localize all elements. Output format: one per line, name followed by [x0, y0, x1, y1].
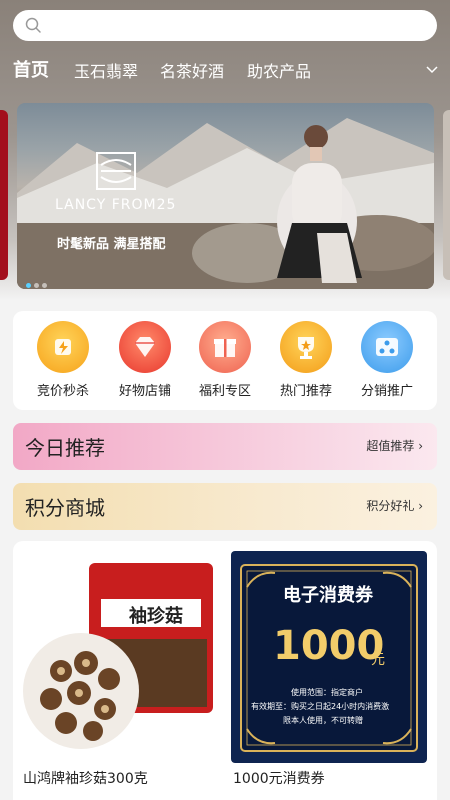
gift-icon: [199, 321, 251, 373]
product-grid: 袖珍菇 山鸿牌袖珍菇300克 电子消费券 1000 元 使用范围：指定商户 有效…: [13, 541, 437, 800]
today-more-link[interactable]: 超值推荐 ›: [366, 437, 423, 454]
promo-banner[interactable]: LANCY FROM25 时髦新品 满星搭配: [17, 103, 434, 289]
gavel-icon: [37, 321, 89, 373]
voucher-amount: 1000: [273, 623, 385, 669]
mushroom-package-illustration: [23, 563, 213, 749]
entry-label: 热门推荐: [279, 384, 332, 399]
product-name[interactable]: 山鸿牌袖珍菇300克: [23, 768, 148, 788]
banner-prev-peek[interactable]: [0, 110, 8, 280]
gem-icon: [119, 321, 171, 373]
tab-jade[interactable]: 玉石翡翠: [74, 58, 138, 82]
today-recommend-strip[interactable]: 今日推荐 超值推荐 ›: [13, 423, 437, 470]
points-more-link[interactable]: 积分好礼 ›: [366, 497, 423, 514]
voucher-title: 电子消费券: [283, 585, 373, 606]
points-title: 积分商城: [25, 496, 105, 520]
voucher-unit: 元: [371, 652, 385, 668]
chevron-down-icon[interactable]: [424, 62, 440, 78]
entry-hot-picks[interactable]: 热门推荐: [264, 321, 348, 399]
tab-home[interactable]: 首页: [13, 56, 49, 82]
tab-tea-wine[interactable]: 名茶好酒: [160, 58, 224, 82]
category-tabs: 首页 玉石翡翠 名茶好酒 助农产品: [0, 52, 450, 86]
entry-good-shops[interactable]: 好物店铺: [103, 321, 187, 399]
banner-pagination: [26, 273, 50, 289]
pagination-dot-active: [26, 283, 31, 288]
voucher-validity: 有效期至：购买之日起24小时内消费激: [251, 702, 390, 711]
banner-next-peek[interactable]: [443, 110, 450, 280]
product-name[interactable]: 1000元消费券: [233, 768, 325, 788]
trophy-icon: [280, 321, 332, 373]
entry-welfare-zone[interactable]: 福利专区: [183, 321, 267, 399]
entry-label: 竞价秒杀: [36, 384, 89, 399]
share-network-icon: [361, 321, 413, 373]
package-label: 袖珍菇: [129, 606, 183, 627]
voucher-restriction: 限本人使用，不可转赠: [283, 716, 363, 725]
banner-brand: LANCY FROM25: [55, 197, 177, 213]
tab-farm-products[interactable]: 助农产品: [247, 58, 311, 82]
entry-distribution[interactable]: 分销推广: [345, 321, 429, 399]
entry-label: 福利专区: [198, 384, 251, 399]
search-input[interactable]: [13, 10, 437, 41]
banner-slogan: 时髦新品 满星搭配: [57, 237, 166, 252]
pagination-dot: [34, 283, 39, 288]
search-icon: [25, 17, 41, 33]
banner-photo: [17, 118, 434, 289]
brand-logo-icon: [96, 152, 136, 190]
points-mall-strip[interactable]: 积分商城 积分好礼 ›: [13, 483, 437, 530]
entry-flash-auction[interactable]: 竞价秒杀: [21, 321, 105, 399]
product-image-mushroom[interactable]: 袖珍菇: [21, 551, 217, 763]
today-title: 今日推荐: [25, 436, 105, 460]
pagination-dot: [42, 283, 47, 288]
product-image-voucher[interactable]: 电子消费券 1000 元 使用范围：指定商户 有效期至：购买之日起24小时内消费…: [231, 551, 427, 763]
entry-label: 好物店铺: [118, 384, 171, 399]
quick-entry-grid: 竞价秒杀 好物店铺 福利专区 热门推荐 分销推广: [13, 311, 437, 410]
entry-label: 分销推广: [360, 384, 413, 399]
voucher-scope: 使用范围：指定商户: [291, 688, 363, 697]
